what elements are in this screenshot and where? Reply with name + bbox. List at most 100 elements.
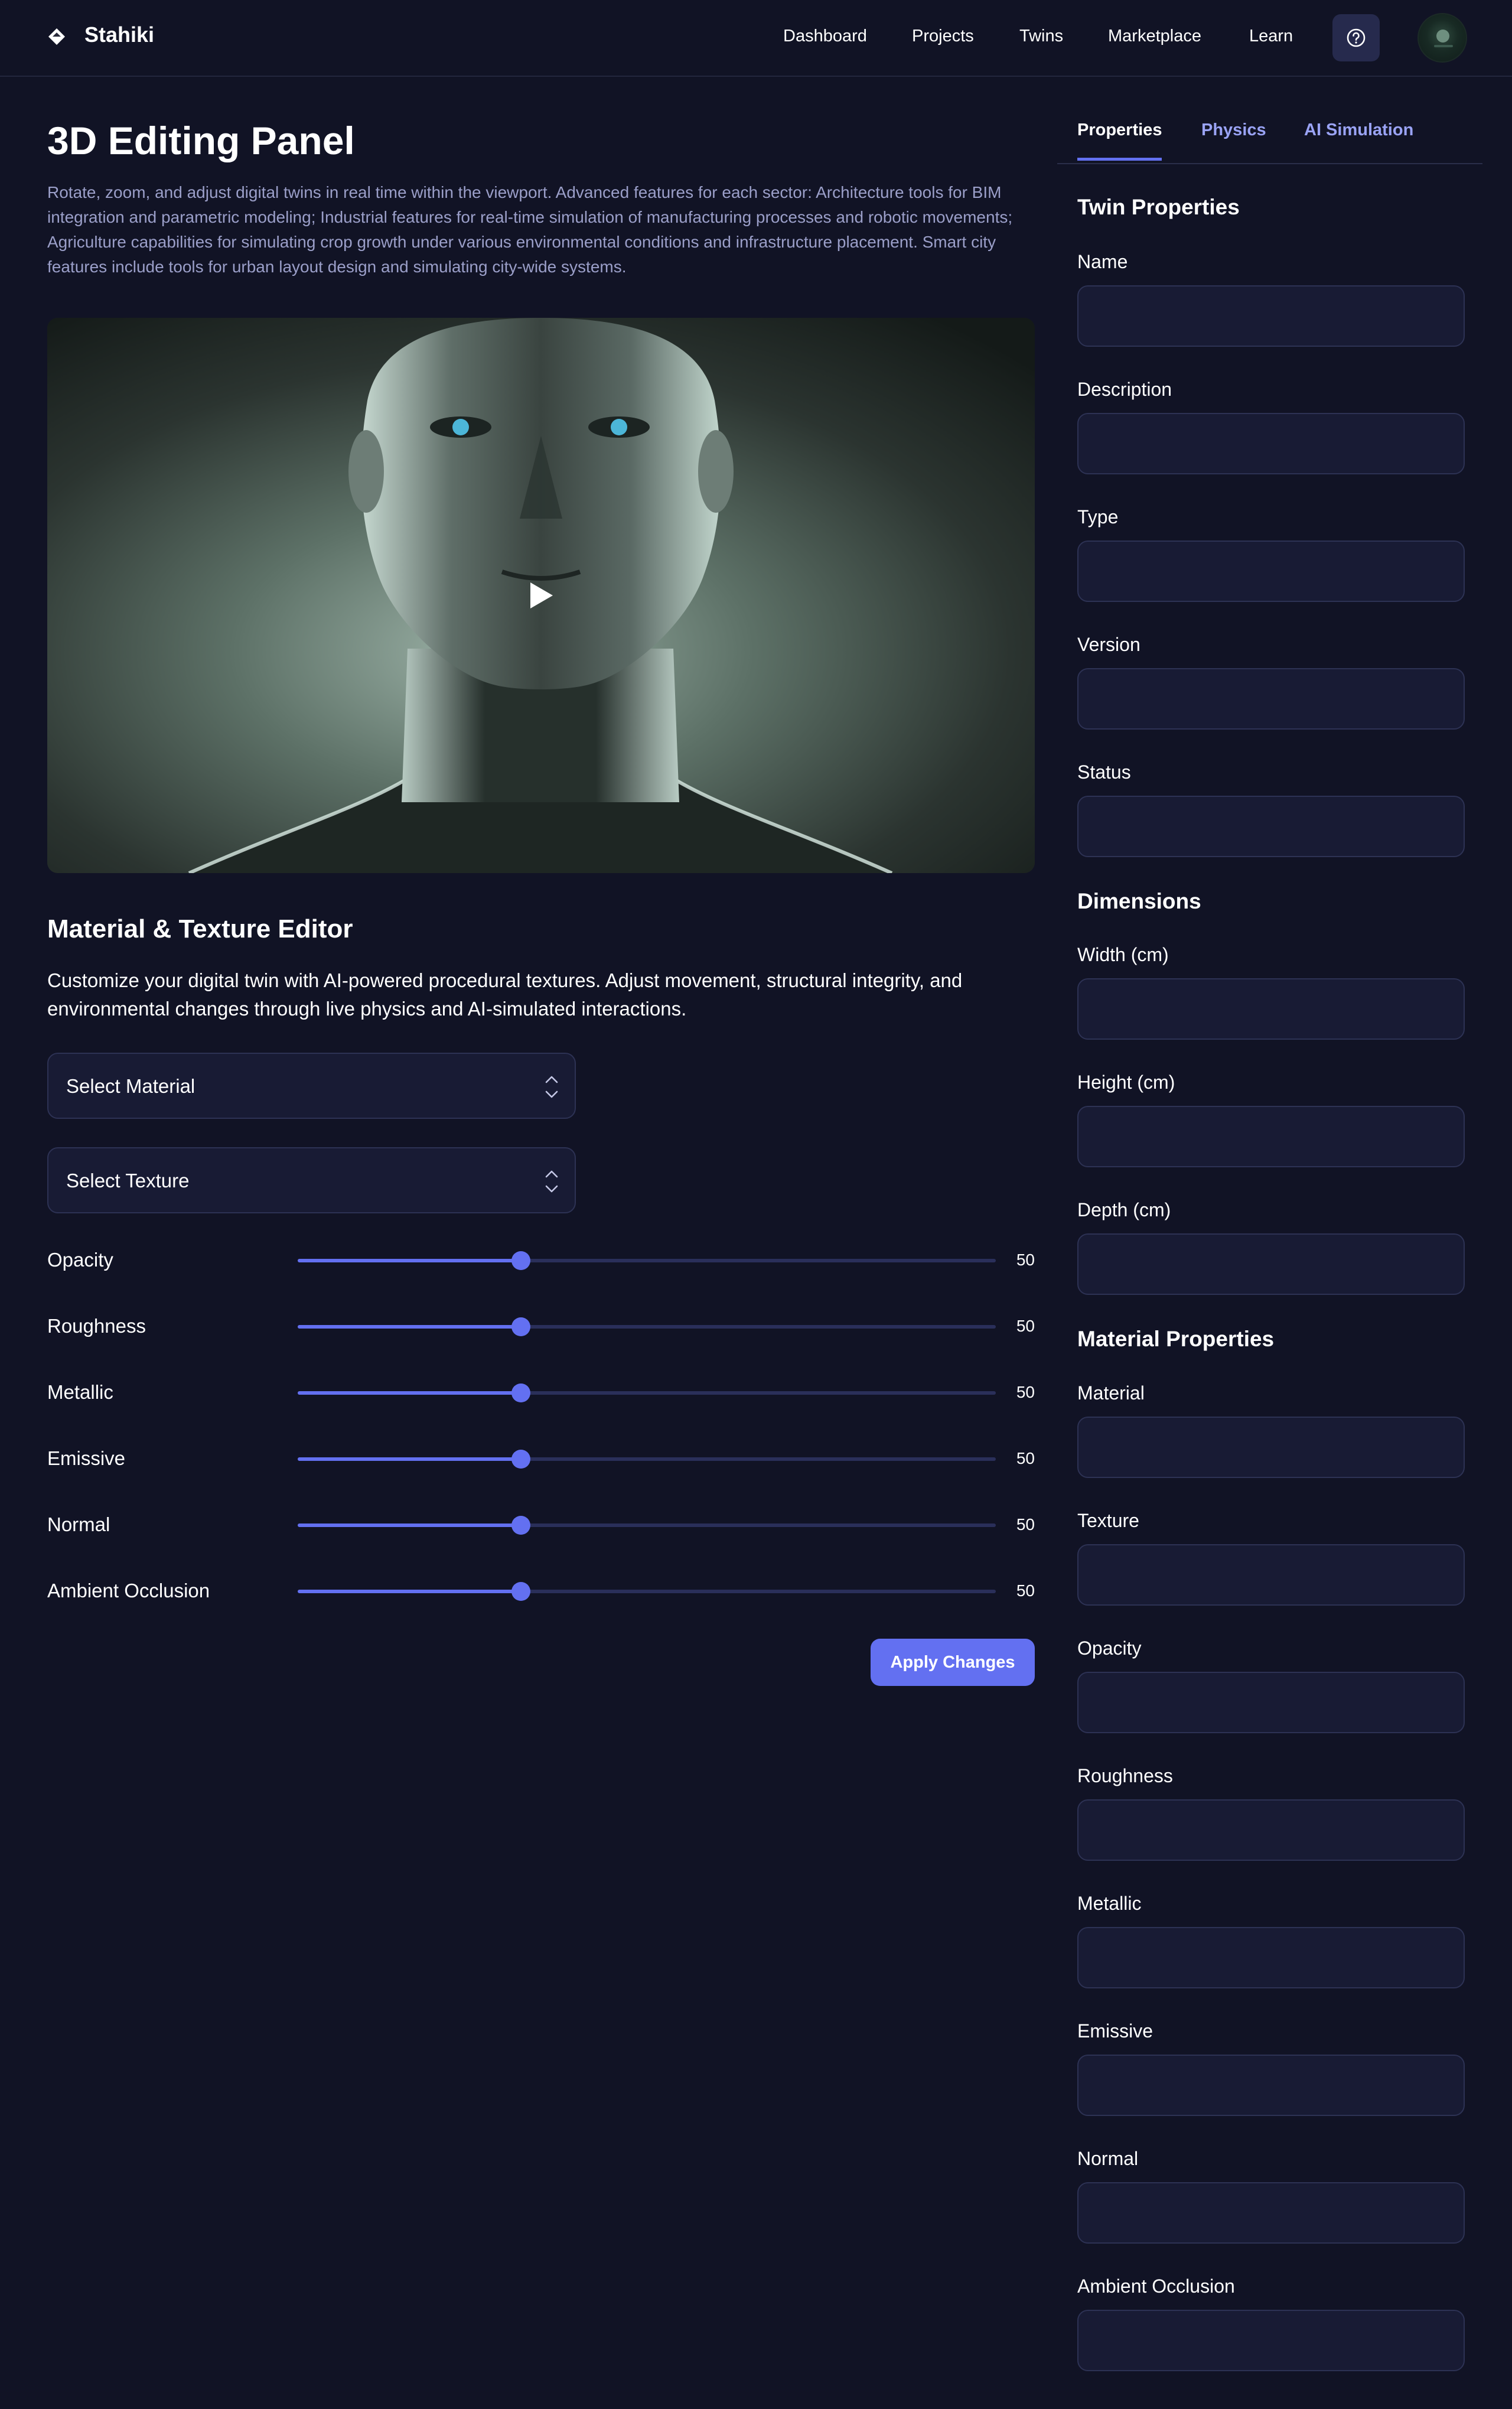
help-button[interactable] <box>1332 14 1380 61</box>
slider-track[interactable] <box>298 1450 996 1469</box>
slider-thumb[interactable] <box>511 1582 531 1601</box>
slider-roughness: Roughness 50 <box>47 1309 1035 1345</box>
slider-thumb[interactable] <box>511 1450 531 1469</box>
field-label-roughness: Roughness <box>1077 1765 1173 1786</box>
slider-value: 50 <box>1016 1449 1035 1467</box>
tab-properties[interactable]: Properties <box>1077 121 1162 161</box>
dimensions-heading: Dimensions <box>1077 889 1201 913</box>
slider-label: Emissive <box>47 1447 126 1469</box>
texture-field[interactable] <box>1077 1544 1465 1606</box>
nav-link-learn[interactable]: Learn <box>1249 27 1293 46</box>
slider-track[interactable] <box>298 1251 996 1270</box>
slider-thumb[interactable] <box>511 1383 531 1402</box>
tab-physics[interactable]: Physics <box>1201 121 1266 158</box>
depth-field[interactable] <box>1077 1233 1465 1295</box>
user-avatar-icon[interactable] <box>1418 13 1467 63</box>
tab-ai-simulation[interactable]: AI Simulation <box>1304 121 1413 158</box>
slider-thumb[interactable] <box>511 1317 531 1336</box>
roughness-field[interactable] <box>1077 1799 1465 1861</box>
nav-link-dashboard[interactable]: Dashboard <box>783 27 867 46</box>
field-label-type: Type <box>1077 506 1119 528</box>
slider-fill <box>298 1457 522 1461</box>
apply-changes-button[interactable]: Apply Changes <box>871 1639 1035 1686</box>
field-label-emissive: Emissive <box>1077 2020 1153 2042</box>
field-label-description: Description <box>1077 379 1172 400</box>
field-label-material: Material <box>1077 1382 1145 1404</box>
slider-track[interactable] <box>298 1383 996 1402</box>
nav-link-marketplace[interactable]: Marketplace <box>1108 27 1201 46</box>
material-properties-heading: Material Properties <box>1077 1327 1275 1351</box>
play-button[interactable] <box>509 563 573 628</box>
3d-viewport[interactable] <box>47 318 1035 873</box>
field-label-height: Height (cm) <box>1077 1072 1175 1093</box>
slider-fill <box>298 1259 522 1262</box>
description-field[interactable] <box>1077 413 1465 474</box>
slider-emissive: Emissive 50 <box>47 1441 1035 1477</box>
slider-label: Roughness <box>47 1315 146 1337</box>
field-label-depth: Depth (cm) <box>1077 1199 1171 1220</box>
status-field[interactable] <box>1077 796 1465 857</box>
slider-track[interactable] <box>298 1582 996 1601</box>
avatar-head <box>1436 30 1449 43</box>
name-field[interactable] <box>1077 285 1465 347</box>
page-description: Rotate, zoom, and adjust digital twins i… <box>47 183 1013 276</box>
slider-label: Metallic <box>47 1381 113 1403</box>
slider-thumb[interactable] <box>511 1516 531 1535</box>
question-circle-icon <box>1347 28 1366 47</box>
field-label-ambient-occlusion: Ambient Occlusion <box>1077 2275 1235 2297</box>
slider-track[interactable] <box>298 1317 996 1336</box>
twin-properties-heading: Twin Properties <box>1077 195 1240 219</box>
material-field[interactable] <box>1077 1417 1465 1478</box>
width-field[interactable] <box>1077 978 1465 1040</box>
texture-select-value: Select Texture <box>66 1170 190 1192</box>
field-label-version: Version <box>1077 634 1140 655</box>
slider-normal: Normal 50 <box>47 1508 1035 1543</box>
slider-value: 50 <box>1016 1251 1035 1269</box>
material-select[interactable]: Select Material <box>47 1053 576 1119</box>
slider-label: Opacity <box>47 1249 113 1271</box>
slider-value: 50 <box>1016 1317 1035 1335</box>
field-label-status: Status <box>1077 761 1131 783</box>
page-title: 3D Editing Panel <box>47 119 355 162</box>
ambient-occlusion-field[interactable] <box>1077 2310 1465 2371</box>
play-icon <box>530 582 553 608</box>
normal-field[interactable] <box>1077 2182 1465 2244</box>
nav-link-projects[interactable]: Projects <box>912 27 974 46</box>
slider-fill <box>298 1325 522 1329</box>
emissive-field[interactable] <box>1077 2055 1465 2116</box>
slider-value: 50 <box>1016 1515 1035 1534</box>
field-label-texture: Texture <box>1077 1510 1139 1531</box>
panel-tabs: Properties Physics AI Simulation <box>1057 112 1482 164</box>
slider-opacity: Opacity 50 <box>47 1243 1035 1278</box>
chevron-up-down-icon <box>545 1170 558 1193</box>
slider-fill <box>298 1523 522 1527</box>
slider-metallic: Metallic 50 <box>47 1375 1035 1411</box>
nav-link-twins[interactable]: Twins <box>1019 27 1063 46</box>
slider-track[interactable] <box>298 1516 996 1535</box>
brand-name[interactable]: Stahiki <box>84 22 154 47</box>
type-field[interactable] <box>1077 541 1465 602</box>
height-field[interactable] <box>1077 1106 1465 1167</box>
slider-label: Ambient Occlusion <box>47 1580 210 1601</box>
material-select-value: Select Material <box>66 1075 195 1097</box>
slider-thumb[interactable] <box>511 1251 531 1270</box>
texture-select[interactable]: Select Texture <box>47 1147 576 1213</box>
field-label-opacity: Opacity <box>1077 1638 1142 1659</box>
material-editor-title: Material & Texture Editor <box>47 914 353 943</box>
slider-value: 50 <box>1016 1581 1035 1600</box>
field-label-normal: Normal <box>1077 2148 1139 2169</box>
top-navigation-bar: Stahiki Dashboard Projects Twins Marketp… <box>0 0 1512 77</box>
field-label-metallic: Metallic <box>1077 1893 1142 1914</box>
field-label-name: Name <box>1077 251 1128 272</box>
metallic-field[interactable] <box>1077 1927 1465 1988</box>
opacity-field[interactable] <box>1077 1672 1465 1733</box>
slider-fill <box>298 1391 522 1395</box>
slider-fill <box>298 1590 522 1593</box>
material-editor-description: Customize your digital twin with AI-powe… <box>47 969 963 1020</box>
version-field[interactable] <box>1077 668 1465 730</box>
diamond-logo-icon[interactable] <box>47 27 66 46</box>
slider-value: 50 <box>1016 1383 1035 1401</box>
slider-ambient-occlusion: Ambient Occlusion 50 <box>47 1574 1035 1609</box>
slider-label: Normal <box>47 1513 110 1535</box>
avatar-shoulders <box>1434 45 1453 47</box>
